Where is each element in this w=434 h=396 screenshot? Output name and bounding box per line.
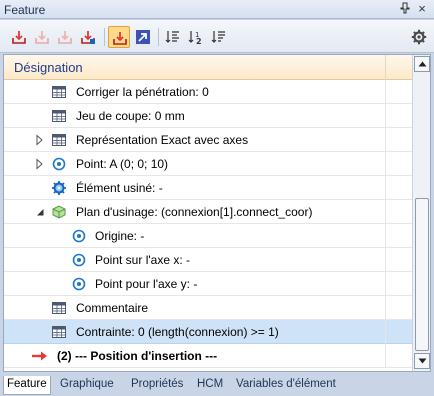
scroll-up-arrow-icon: [418, 61, 427, 67]
insert-feature-disabled-2-icon: [58, 31, 72, 44]
column-divider: [385, 80, 386, 104]
tree-row[interactable]: Représentation Exact avec axes: [4, 128, 412, 152]
table-icon: [52, 86, 66, 98]
tab-graphique[interactable]: Graphique: [57, 376, 117, 395]
column-divider: [385, 55, 386, 80]
expand-arrow-icon[interactable]: [35, 158, 45, 170]
tab-proprietes[interactable]: Propriétés: [128, 376, 186, 395]
navigate-button[interactable]: [132, 26, 154, 48]
table-icon: [52, 110, 66, 122]
table-icon: [52, 326, 66, 338]
column-divider: [385, 176, 386, 200]
gear-icon: [411, 29, 427, 45]
insert-feature-active-button[interactable]: [108, 26, 130, 48]
row-label: Contrainte: 0 (length(connexion) >= 1): [76, 325, 279, 339]
column-divider: [385, 248, 386, 272]
row-label: Point sur l'axe x: -: [95, 253, 190, 267]
row-label: Point pour l'axe y: -: [95, 277, 198, 291]
scroll-down-button[interactable]: [414, 353, 430, 369]
tree-row-insertion[interactable]: (2) --- Position d'insertion ---: [4, 344, 412, 368]
tree-row-selected[interactable]: Contrainte: 0 (length(connexion) >= 1): [4, 320, 412, 344]
sort-numbered-icon: 1 2: [188, 31, 202, 45]
scroll-up-button[interactable]: [414, 56, 430, 72]
tree-row[interactable]: Point: A (0; 0; 10): [4, 152, 412, 176]
insert-feature-disabled-2-button[interactable]: [54, 26, 76, 48]
navigate-arrow-icon: [136, 30, 150, 44]
feature-panel: Désignation Corriger la pénétration: 0 J…: [3, 54, 431, 372]
column-divider: [385, 344, 386, 368]
svg-text:2: 2: [196, 37, 202, 45]
table-icon: [52, 302, 66, 314]
column-divider: [385, 272, 386, 296]
row-label: Commentaire: [76, 301, 149, 315]
tree-row[interactable]: Point pour l'axe y: -: [4, 272, 412, 296]
machining-plane-icon: [52, 205, 66, 219]
row-label: Plan d'usinage: (connexion[1].connect_co…: [76, 205, 313, 219]
row-label: Élément usiné: -: [76, 181, 163, 195]
table-icon: [52, 134, 66, 146]
insert-feature-active-icon: [113, 32, 127, 45]
point-icon: [52, 157, 66, 171]
sort-filter-icon: [211, 31, 225, 43]
sort-numbered-button[interactable]: 1 2: [185, 26, 207, 48]
tree-row[interactable]: Plan d'usinage: (connexion[1].connect_co…: [4, 200, 412, 224]
column-divider: [385, 320, 386, 344]
tree-row[interactable]: Corriger la pénétration: 0: [4, 80, 412, 104]
collapse-arrow-icon[interactable]: [35, 206, 45, 218]
feature-tree-grid: Désignation Corriger la pénétration: 0 J…: [4, 55, 412, 371]
column-divider: [385, 224, 386, 248]
tab-variables-element[interactable]: Variables d'élément: [233, 376, 339, 395]
insert-feature-button[interactable]: [8, 26, 30, 48]
column-divider: [385, 200, 386, 224]
tree-row[interactable]: Point sur l'axe x: -: [4, 248, 412, 272]
toolbar-separator: [158, 28, 159, 46]
expand-arrow-icon[interactable]: [35, 134, 45, 146]
point-icon: [72, 253, 86, 267]
sort-list-button[interactable]: [162, 26, 184, 48]
insert-feature-disabled-icon: [35, 31, 49, 44]
column-divider: [385, 128, 386, 152]
vertical-scrollbar[interactable]: [412, 55, 430, 371]
bottom-tab-bar: Feature Graphique Propriétés HCM Variabl…: [0, 374, 434, 396]
row-label: Corriger la pénétration: 0: [76, 85, 209, 99]
row-label: Point: A (0; 0; 10): [76, 157, 169, 171]
sort-list-icon: [165, 31, 179, 43]
column-divider: [385, 296, 386, 320]
tree-row[interactable]: Commentaire: [4, 296, 412, 320]
insert-feature-icon: [12, 31, 26, 44]
column-divider: [385, 152, 386, 176]
insert-feature-alt-icon: [81, 31, 95, 44]
machined-part-gear-icon: [52, 181, 66, 195]
tree-row[interactable]: Jeu de coupe: 0 mm: [4, 104, 412, 128]
row-label: (2) --- Position d'insertion ---: [57, 349, 218, 363]
column-header[interactable]: Désignation: [4, 55, 412, 80]
red-arrow-right-icon: [32, 351, 47, 361]
toolbar-separator: [104, 28, 105, 46]
panel-titlebar: Feature ×: [0, 0, 434, 19]
tab-hcm[interactable]: HCM: [194, 376, 226, 395]
close-icon[interactable]: ×: [415, 2, 429, 16]
feature-toolbar: 1 2: [0, 20, 434, 53]
row-label: Origine: -: [95, 229, 145, 243]
column-divider: [385, 104, 386, 128]
insert-feature-alt-button[interactable]: [77, 26, 99, 48]
row-label: Représentation Exact avec axes: [76, 133, 249, 147]
point-icon: [72, 229, 86, 243]
tab-feature[interactable]: Feature: [3, 376, 51, 395]
column-header-designation: Désignation: [14, 60, 83, 75]
tree-row[interactable]: Élément usiné: -: [4, 176, 412, 200]
settings-button[interactable]: [408, 26, 430, 48]
panel-title: Feature: [4, 3, 46, 17]
tree-row[interactable]: Origine: -: [4, 224, 412, 248]
insert-feature-disabled-button[interactable]: [31, 26, 53, 48]
row-label: Jeu de coupe: 0 mm: [76, 109, 185, 123]
scroll-down-arrow-icon: [418, 358, 427, 364]
point-icon: [72, 277, 86, 291]
pin-icon[interactable]: [398, 2, 412, 16]
sort-filter-button[interactable]: [208, 26, 230, 48]
scroll-thumb[interactable]: [415, 198, 429, 351]
